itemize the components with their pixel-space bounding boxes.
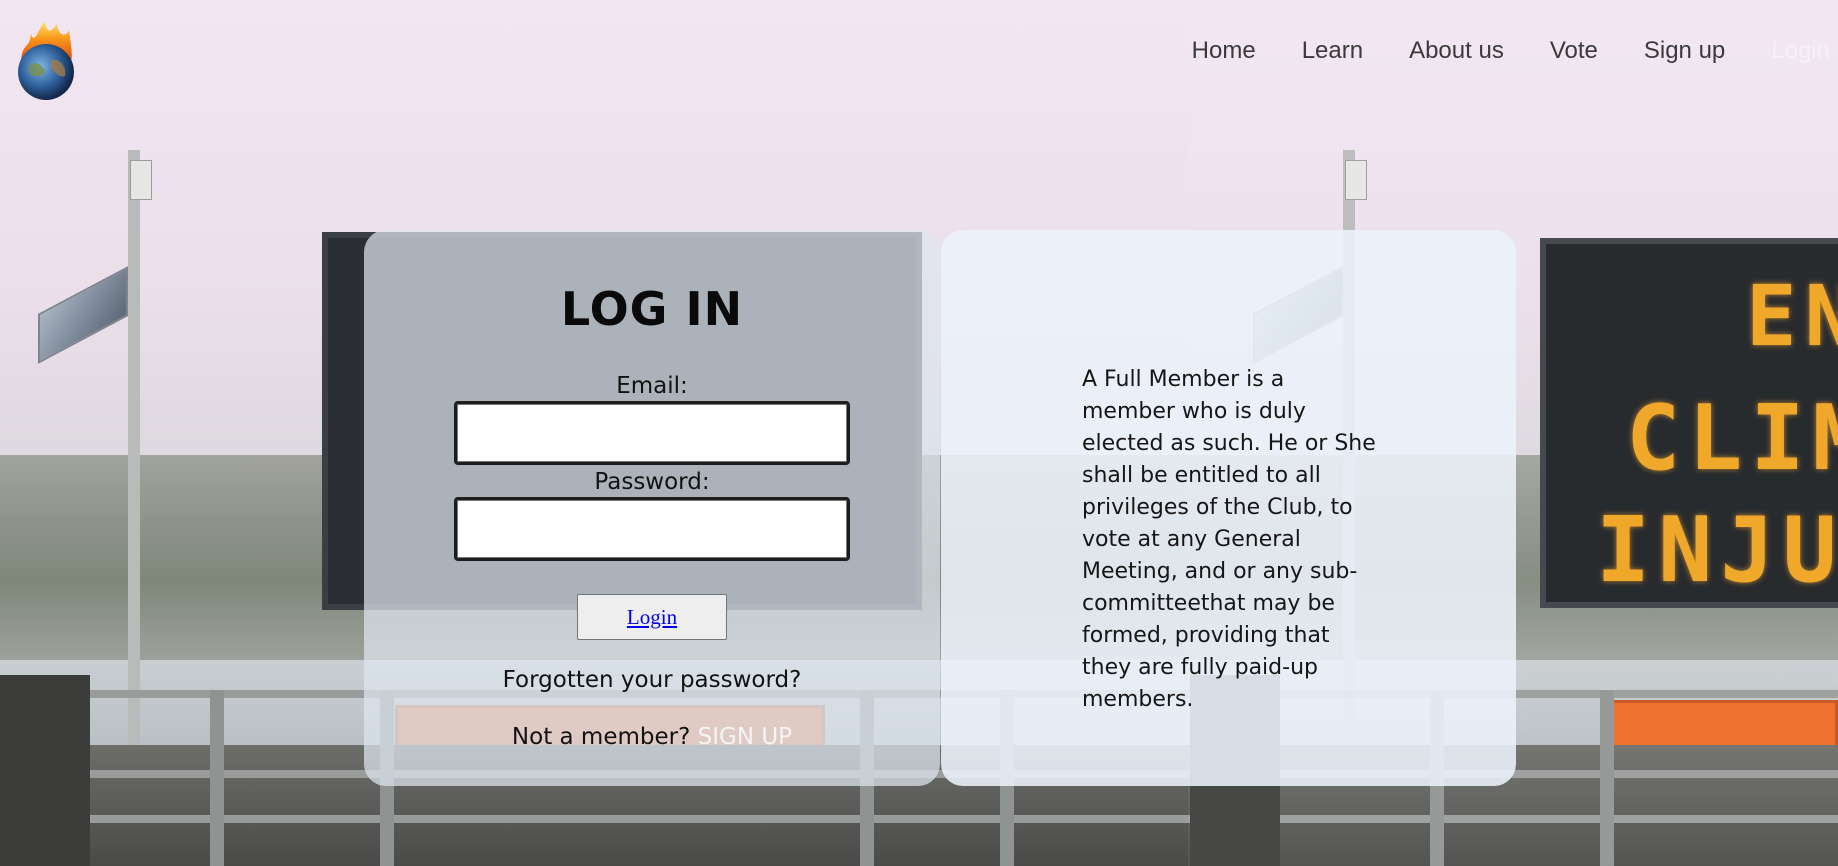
nav-about-us[interactable]: About us — [1409, 34, 1504, 68]
membership-description: A Full Member is a member who is duly el… — [1082, 367, 1376, 712]
not-member-row: Not a member? SIGN UP — [364, 724, 940, 750]
signup-link[interactable]: SIGN UP — [698, 724, 792, 750]
forgot-password-link[interactable]: Forgotten your password? — [364, 667, 940, 693]
bollard-left — [0, 675, 90, 866]
sensor-head-left — [130, 160, 152, 200]
password-label: Password: — [594, 469, 710, 495]
login-button[interactable]: Login — [577, 594, 727, 640]
nav-sign-up[interactable]: Sign up — [1644, 34, 1725, 68]
email-field[interactable] — [454, 401, 850, 465]
rail-post — [210, 690, 224, 866]
main-nav: Home Learn About us Vote Sign up Login — [1146, 34, 1830, 68]
nav-learn[interactable]: Learn — [1302, 34, 1363, 68]
nav-home[interactable]: Home — [1192, 34, 1256, 68]
login-button-label[interactable]: Login — [627, 605, 677, 630]
email-label: Email: — [616, 373, 688, 399]
nav-vote[interactable]: Vote — [1550, 34, 1598, 68]
nav-login[interactable]: Login — [1771, 34, 1830, 68]
login-card: LOG IN Email: Password: Login Forgotten … — [364, 230, 940, 786]
page-title: LOG IN — [560, 282, 744, 336]
password-field[interactable] — [454, 497, 850, 561]
membership-info-card: A Full Member is a member who is duly el… — [941, 230, 1516, 786]
not-member-text: Not a member? — [511, 724, 691, 750]
logo-burning-earth-icon[interactable] — [15, 20, 77, 102]
